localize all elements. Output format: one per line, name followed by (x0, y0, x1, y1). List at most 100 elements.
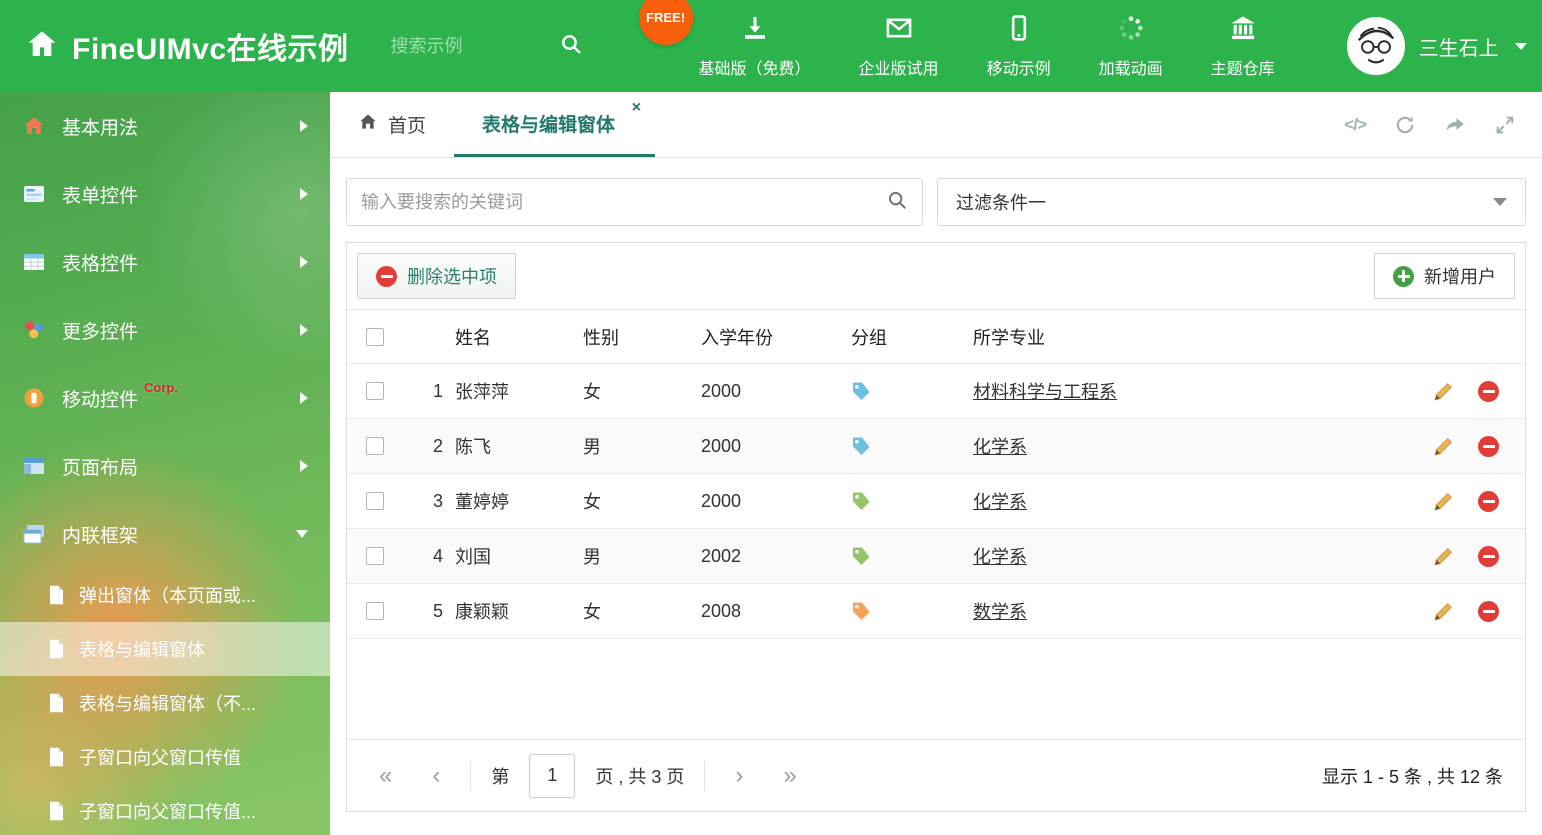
table-row: 5 康颖颖 女 2008 数学系 (347, 584, 1525, 639)
column-header-gender: 性别 (583, 327, 619, 348)
sidebar-item-page-layout[interactable]: 页面布局 (0, 432, 330, 500)
envelope-icon (885, 14, 913, 47)
first-page-button[interactable]: « (369, 763, 402, 788)
major-link[interactable]: 化学系 (973, 547, 1027, 567)
prev-page-button[interactable]: ‹ (422, 763, 450, 788)
row-checkbox[interactable] (366, 492, 384, 510)
free-badge: FREE! (638, 0, 693, 45)
chevron-right-icon (300, 460, 308, 472)
major-link[interactable]: 材料科学与工程系 (973, 382, 1117, 402)
brand[interactable]: FineUIMvc在线示例 (0, 24, 349, 68)
row-checkbox[interactable] (366, 437, 384, 455)
sidebar-item-form-controls[interactable]: 表单控件 (0, 160, 330, 228)
page-input[interactable] (529, 753, 576, 798)
row-checkbox[interactable] (366, 602, 384, 620)
sidebar-subitem-popup-window[interactable]: 弹出窗体（本页面或... (0, 568, 330, 622)
app-title: FineUIMvc在线示例 (72, 33, 349, 66)
layout-icon (22, 454, 46, 478)
sidebar-item-inline-frame[interactable]: 内联框架 (0, 500, 330, 568)
spinner-icon (1117, 14, 1145, 47)
row-checkbox[interactable] (366, 547, 384, 565)
cell-gender: 女 (583, 602, 601, 622)
cell-year: 2008 (701, 600, 742, 621)
keyword-search-input[interactable] (361, 191, 886, 213)
main-content: 首页 表格与编辑窗体 × </> 过滤条件一 (330, 92, 1542, 835)
edit-button[interactable] (1433, 546, 1454, 567)
edit-button[interactable] (1433, 491, 1454, 512)
edit-button[interactable] (1433, 381, 1454, 402)
username[interactable]: 三生石上 (1419, 32, 1499, 61)
cell-gender: 男 (583, 547, 601, 567)
column-header-major: 所学专业 (973, 327, 1045, 348)
select-all-checkbox[interactable] (366, 327, 384, 346)
table-header-row: 姓名 性别 入学年份 分组 所学专业 (347, 310, 1525, 364)
nav-item-enterprise-trial[interactable]: 企业版试用 (835, 14, 963, 79)
tag-icon (851, 436, 871, 456)
delete-row-button[interactable] (1478, 600, 1499, 622)
nav-item-basic-free[interactable]: FREE! 基础版（免费） (638, 0, 835, 79)
sidebar-subitem-child-to-parent-alt[interactable]: 子窗口向父窗口传值... (0, 784, 330, 835)
edit-button[interactable] (1433, 436, 1454, 457)
divider (704, 760, 706, 791)
next-page-button[interactable]: › (725, 763, 753, 788)
header-search-input[interactable] (390, 35, 541, 57)
tag-icon (851, 381, 871, 401)
minus-circle-icon (376, 265, 397, 287)
sidebar: 基本用法 表单控件 表格控件 更多控件 移动控件 Corp. 页面布局 内联框架… (0, 92, 330, 835)
major-link[interactable]: 数学系 (973, 602, 1027, 622)
chevron-right-icon (300, 120, 308, 132)
refresh-button[interactable] (1394, 114, 1416, 136)
grid-panel: 删除选中项 新增用户 姓名 性别 入学年份 分组 所学专业 1 张萍萍 女 20… (346, 242, 1526, 812)
delete-row-button[interactable] (1478, 490, 1499, 512)
filter-dropdown[interactable]: 过滤条件一 (937, 178, 1526, 226)
avatar[interactable] (1346, 17, 1405, 75)
divider (470, 760, 472, 791)
last-page-button[interactable]: » (773, 763, 806, 788)
search-icon[interactable] (886, 189, 908, 216)
more-controls-icon (22, 318, 46, 342)
delete-selected-button[interactable]: 删除选中项 (357, 253, 516, 299)
mobile-controls-icon (22, 386, 46, 410)
sidebar-subitem-grid-edit-window[interactable]: 表格与编辑窗体 (0, 622, 330, 676)
close-icon[interactable]: × (632, 100, 641, 116)
sidebar-subitem-child-to-parent[interactable]: 子窗口向父窗口传值 (0, 730, 330, 784)
tab-bar: 首页 表格与编辑窗体 × </> (330, 92, 1542, 158)
cell-name: 陈飞 (455, 437, 491, 457)
nav-item-mobile-demo[interactable]: 移动示例 (963, 14, 1075, 79)
page-prefix-label: 第 (491, 766, 510, 787)
share-button[interactable] (1444, 114, 1466, 136)
tab-home[interactable]: 首页 (330, 92, 454, 157)
add-user-button[interactable]: 新增用户 (1374, 253, 1515, 299)
file-icon (48, 801, 65, 821)
sidebar-item-mobile-controls[interactable]: 移动控件 Corp. (0, 364, 330, 432)
cell-gender: 女 (583, 492, 601, 512)
row-checkbox[interactable] (366, 382, 384, 400)
nav-item-loading-animation[interactable]: 加载动画 (1075, 14, 1187, 79)
user-menu[interactable]: 三生石上 (1346, 17, 1527, 75)
sidebar-item-table-controls[interactable]: 表格控件 (0, 228, 330, 296)
delete-row-button[interactable] (1478, 380, 1499, 402)
plus-circle-icon (1393, 265, 1414, 287)
filter-dropdown-value: 过滤条件一 (956, 193, 1046, 213)
tab-grid-edit-window[interactable]: 表格与编辑窗体 × (454, 92, 656, 157)
edit-button[interactable] (1433, 601, 1454, 622)
sidebar-subitem-grid-edit-window-alt[interactable]: 表格与编辑窗体（不... (0, 676, 330, 730)
chevron-right-icon (300, 188, 308, 200)
tag-icon (851, 491, 871, 511)
sidebar-item-more-controls[interactable]: 更多控件 (0, 296, 330, 364)
cell-year: 2000 (701, 490, 742, 511)
delete-row-button[interactable] (1478, 435, 1499, 457)
cell-name: 刘国 (455, 547, 491, 567)
file-icon (48, 693, 65, 713)
expand-button[interactable] (1494, 114, 1516, 136)
sidebar-item-basic-usage[interactable]: 基本用法 (0, 92, 330, 160)
delete-row-button[interactable] (1478, 545, 1499, 567)
search-icon[interactable] (559, 32, 583, 61)
page-suffix-label: 页 , 共 3 页 (595, 766, 685, 787)
nav-item-theme-repo[interactable]: 主题仓库 (1187, 14, 1299, 79)
view-source-button[interactable]: </> (1344, 115, 1367, 135)
corp-badge: Corp. (144, 380, 178, 395)
cell-year: 2000 (701, 380, 742, 401)
major-link[interactable]: 化学系 (973, 492, 1027, 512)
major-link[interactable]: 化学系 (973, 437, 1027, 457)
